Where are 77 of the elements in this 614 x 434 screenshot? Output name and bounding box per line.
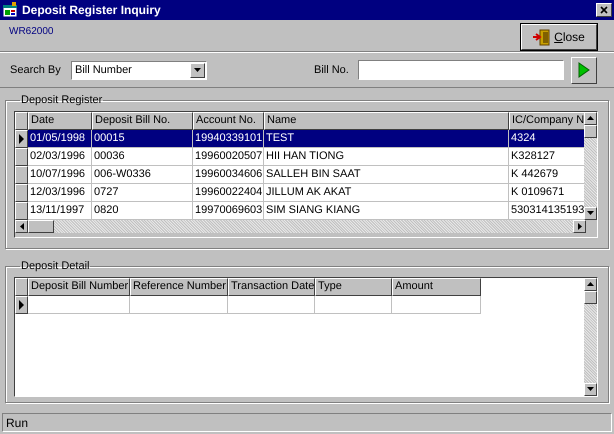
column-header[interactable]: Transaction Date: [228, 278, 315, 296]
table-cell[interactable]: 02/03/1996: [28, 148, 92, 166]
table-cell[interactable]: 19960022404: [193, 184, 264, 202]
table-cell[interactable]: [130, 296, 228, 314]
table-cell[interactable]: TEST: [264, 130, 509, 148]
group-title: Deposit Detail: [20, 259, 90, 274]
column-header[interactable]: Deposit Bill Number: [28, 278, 130, 296]
table-cell[interactable]: 19970069603: [193, 202, 264, 220]
window-title: Deposit Register Inquiry: [22, 2, 162, 19]
table-cell[interactable]: 00015: [92, 130, 193, 148]
scroll-left-button[interactable]: [15, 220, 28, 232]
table-cell[interactable]: K 0109671: [509, 184, 584, 202]
bill-no-field[interactable]: [358, 60, 564, 80]
column-header[interactable]: Amount: [392, 278, 481, 296]
scroll-thumb[interactable]: [584, 290, 597, 304]
dropdown-arrow-icon: [194, 68, 201, 72]
table-cell[interactable]: JILLUM AK AKAT: [264, 184, 509, 202]
column-header[interactable]: Account No.: [193, 112, 264, 130]
column-header[interactable]: IC/Company N: [509, 112, 584, 130]
table-cell[interactable]: 10/07/1996: [28, 166, 92, 184]
close-icon: [600, 6, 608, 14]
current-row-icon: [19, 300, 24, 310]
table-cell[interactable]: SIM SIANG KIANG: [264, 202, 509, 220]
status-text: Run: [6, 414, 28, 432]
scroll-down-button[interactable]: [584, 382, 597, 396]
table-cell[interactable]: 0820: [92, 202, 193, 220]
table-cell[interactable]: 19940339101: [193, 130, 264, 148]
group-title: Deposit Register: [20, 93, 104, 108]
bill-no-label: Bill No.: [314, 62, 350, 78]
arrow-up-icon: [587, 116, 594, 120]
scroll-down-button[interactable]: [584, 206, 597, 220]
table-cell[interactable]: 12/03/1996: [28, 184, 92, 202]
search-button[interactable]: [571, 56, 597, 84]
arrow-right-icon: [578, 222, 582, 230]
arrow-down-icon: [587, 211, 594, 215]
table-cell[interactable]: K 442679: [509, 166, 584, 184]
button-label: Close: [554, 29, 585, 46]
table-cell[interactable]: 530314135193: [509, 202, 584, 220]
table-cell[interactable]: 13/11/1997: [28, 202, 92, 220]
table-cell[interactable]: SALLEH BIN SAAT: [264, 166, 509, 184]
scroll-right-button[interactable]: [573, 220, 586, 232]
search-by-dropdown[interactable]: Bill Number: [71, 60, 207, 80]
arrow-down-icon: [587, 387, 594, 391]
column-header[interactable]: Name: [264, 112, 509, 130]
close-button[interactable]: [596, 3, 612, 17]
search-by-label: Search By: [10, 62, 62, 78]
table-cell[interactable]: K328127: [509, 148, 584, 166]
table-cell[interactable]: 19960020507: [193, 148, 264, 166]
table-cell[interactable]: HII HAN TIONG: [264, 148, 509, 166]
vertical-scrollbar[interactable]: [584, 112, 597, 220]
table-cell[interactable]: 01/05/1998: [28, 130, 92, 148]
scroll-up-button[interactable]: [584, 112, 597, 124]
form-code: WR62000: [9, 25, 54, 36]
column-header[interactable]: Deposit Bill No.: [92, 112, 193, 130]
vertical-scrollbar[interactable]: [584, 278, 597, 396]
table-cell[interactable]: 006-W0336: [92, 166, 193, 184]
scroll-thumb[interactable]: [28, 220, 54, 232]
horizontal-scrollbar[interactable]: [15, 220, 586, 232]
table-cell[interactable]: 4324: [509, 130, 584, 148]
play-icon: [578, 62, 590, 78]
table-cell[interactable]: [392, 296, 481, 314]
scroll-up-button[interactable]: [584, 278, 597, 290]
arrow-left-icon: [20, 222, 24, 230]
table-cell[interactable]: 0727: [92, 184, 193, 202]
scroll-thumb[interactable]: [584, 124, 597, 138]
table-cell[interactable]: [228, 296, 315, 314]
table-cell[interactable]: 19960034606: [193, 166, 264, 184]
arrow-up-icon: [587, 282, 594, 286]
current-row-icon: [19, 134, 24, 144]
column-header[interactable]: Date: [28, 112, 92, 130]
close-button[interactable]: Close: [521, 24, 597, 50]
door-icon: [533, 28, 550, 46]
table-cell[interactable]: [28, 296, 130, 314]
column-header[interactable]: Reference Number: [130, 278, 228, 296]
table-cell[interactable]: [315, 296, 392, 314]
column-header[interactable]: Type: [315, 278, 392, 296]
table-cell[interactable]: 00036: [92, 148, 193, 166]
